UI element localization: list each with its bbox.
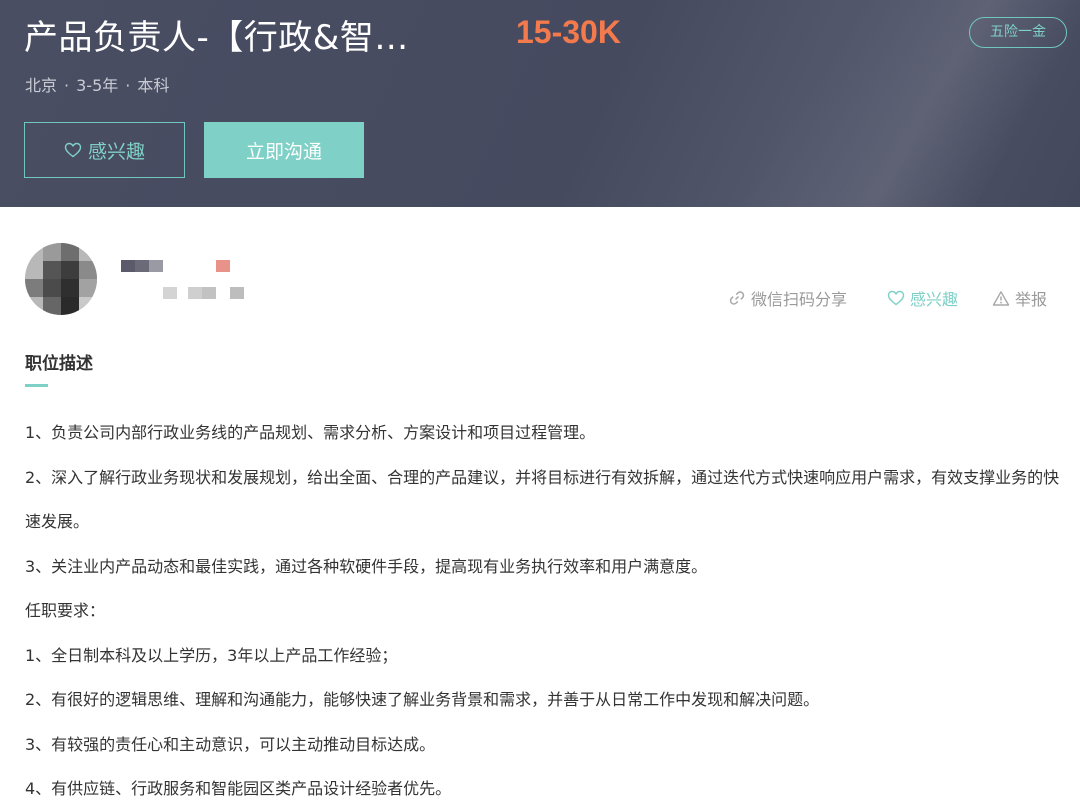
chat-now-button-label: 立即沟通 <box>245 140 322 163</box>
meta-separator: · <box>64 76 70 95</box>
meta-experience: 3-5年 <box>76 76 119 95</box>
job-header: 产品负责人-【行政&智… 15-30K 五险一金 北京 · 3-5年 · 本科 感兴趣 … <box>0 0 1080 207</box>
interest-button[interactable]: 感兴趣 <box>24 122 185 178</box>
warning-icon <box>992 290 1010 306</box>
salary: 15-30K <box>516 14 621 50</box>
description-line: 4、有供应链、行政服务和智能园区类产品设计经验者优先。 <box>25 779 452 798</box>
description-line: 3、关注业内产品动态和最佳实践，通过各种软硬件手段，提高现有业务执行效率和用户满… <box>25 556 708 576</box>
avatar[interactable] <box>25 243 97 315</box>
description-line: 3、有较强的责任心和主动意识，可以主动推动目标达成。 <box>25 734 436 754</box>
job-description: 1、负责公司内部行政业务线的产品规划、需求分析、方案设计和项目过程管理。 2、深… <box>25 411 1065 804</box>
report-action[interactable]: 举报 <box>992 286 1047 310</box>
like-action[interactable]: 感兴趣 <box>887 286 958 310</box>
meta-city: 北京 <box>25 76 58 95</box>
report-label: 举报 <box>1015 290 1048 309</box>
chat-now-button[interactable]: 立即沟通 <box>204 122 364 178</box>
description-line: 2、深入了解行政业务现状和发展规划，给出全面、合理的产品建议，并将目标进行有效拆… <box>25 467 1060 532</box>
link-icon <box>729 291 745 305</box>
like-label: 感兴趣 <box>910 290 959 309</box>
section-underline <box>25 384 48 387</box>
section-title: 职位描述 <box>25 354 93 374</box>
description-line: 1、全日制本科及以上学历，3年以上产品工作经验； <box>25 645 398 665</box>
interest-button-label: 感兴趣 <box>87 140 145 163</box>
wechat-share-label: 微信扫码分享 <box>751 290 848 309</box>
benefit-tag: 五险一金 <box>969 17 1067 48</box>
description-line: 2、有很好的逻辑思维、理解和沟通能力，能够快速了解业务背景和需求，并善于从日常工… <box>25 690 820 709</box>
wechat-share-action[interactable]: 微信扫码分享 <box>728 286 847 310</box>
description-line: 1、负责公司内部行政业务线的产品规划、需求分析、方案设计和项目过程管理。 <box>25 423 596 442</box>
description-line: 任职要求： <box>25 601 106 620</box>
meta-education: 本科 <box>137 76 170 95</box>
heart-icon <box>887 290 905 306</box>
heart-icon <box>64 142 82 158</box>
meta-separator: · <box>125 76 131 95</box>
job-meta: 北京 · 3-5年 · 本科 <box>25 72 169 96</box>
job-title: 产品负责人-【行政&智… <box>24 18 409 58</box>
